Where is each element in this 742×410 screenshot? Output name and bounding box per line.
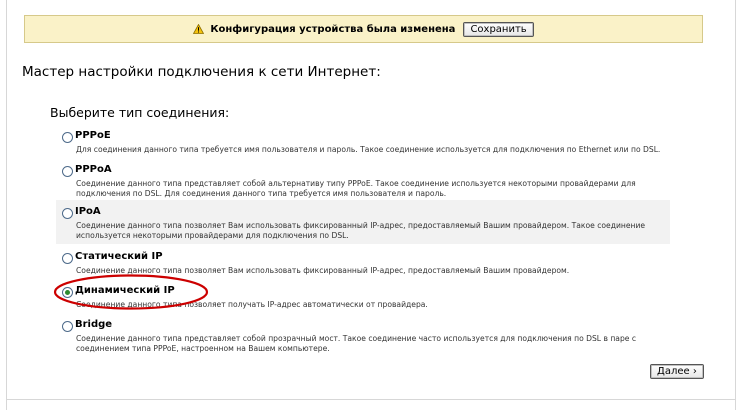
radio-dynamic-ip[interactable] [62, 287, 73, 298]
save-button[interactable]: Сохранить [463, 21, 534, 37]
option-description: Соединение данного типа позволяет Вам ис… [76, 221, 646, 240]
section-title: Выберите тип соединения: [50, 105, 230, 120]
option-description: Соединение данного типа позволяет получа… [76, 300, 428, 309]
option-label: IPoA [75, 205, 101, 217]
radio-ipoa[interactable] [62, 208, 73, 219]
radio-bridge[interactable] [62, 321, 73, 332]
option-ipoa[interactable]: IPoA Соединение данного типа позволяет В… [56, 200, 670, 244]
option-description: Для соединения данного типа требуется им… [76, 145, 661, 154]
option-description: Соединение данного типа позволяет Вам ис… [76, 266, 570, 275]
frame-right-border [735, 0, 736, 410]
frame-bottom-border [6, 399, 736, 400]
option-bridge[interactable]: Bridge Соединение данного типа представл… [56, 313, 670, 357]
option-description: Соединение данного типа представляет соб… [76, 334, 637, 353]
option-static-ip[interactable]: Статический IP Соединение данного типа п… [56, 245, 670, 279]
option-description: Соединение данного типа представляет соб… [76, 179, 636, 198]
radio-pppoe[interactable] [62, 132, 73, 143]
option-label: Bridge [75, 318, 113, 330]
radio-pppoa[interactable] [62, 166, 73, 177]
warning-icon [193, 24, 205, 34]
option-label: PPPoA [75, 163, 112, 175]
radio-static-ip[interactable] [62, 253, 73, 264]
option-label: Динамический IP [75, 284, 175, 296]
banner-message: Конфигурация устройства была изменена [210, 23, 456, 35]
next-button[interactable]: Далее › [650, 364, 704, 379]
option-pppoe[interactable]: PPPoE Для соединения данного типа требуе… [56, 124, 670, 158]
option-label: Статический IP [75, 250, 163, 262]
option-dynamic-ip[interactable]: Динамический IP Соединение данного типа … [56, 279, 670, 313]
config-changed-banner: Конфигурация устройства была изменена Со… [24, 15, 703, 43]
page-title: Мастер настройки подключения к сети Инте… [22, 64, 381, 80]
option-pppoa[interactable]: PPPoA Соединение данного типа представля… [56, 158, 670, 202]
frame-left-border [6, 0, 7, 410]
option-label: PPPoE [75, 129, 111, 141]
